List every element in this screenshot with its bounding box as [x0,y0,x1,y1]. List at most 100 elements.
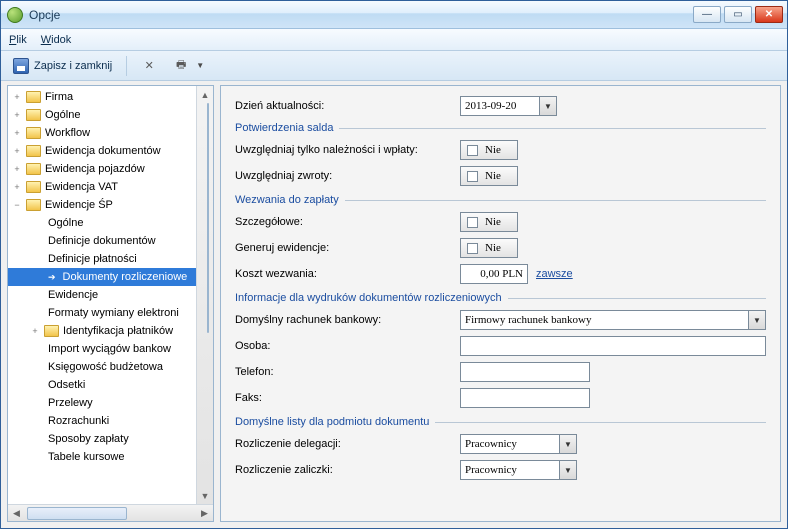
folder-icon [26,163,41,175]
scroll-right-icon[interactable]: ▶ [196,505,213,522]
chevron-down-icon[interactable]: ▼ [560,460,577,480]
select-rozl-zal-input[interactable] [460,460,560,480]
scroll-up-icon[interactable]: ▲ [197,86,214,103]
tools-icon: ✕ [141,58,157,74]
settings-form-panel: Dzień aktualności: ▼ Potwierdzenia salda… [220,85,781,522]
scroll-left-icon[interactable]: ◀ [8,505,25,522]
tree-item-sp-ogolne[interactable]: Ogólne [8,214,196,232]
checkbox-icon [467,145,478,156]
tree-horizontal-scrollbar[interactable]: ◀ ▶ [8,504,213,521]
toggle-generuj-ewidencje[interactable]: Nie [460,238,518,258]
tree-vertical-scrollbar[interactable]: ▲ ▼ [196,86,213,504]
tree-item-import-wyciagow[interactable]: Import wyciągów bankow [8,340,196,358]
print-button[interactable]: 🖶 ▼ [169,56,208,76]
app-icon [7,7,23,23]
fieldset-potwierdzenia-salda: Potwierdzenia salda Uwzględniaj tylko na… [235,122,766,188]
tree-item-ksieg-budzetowa[interactable]: Księgowość budżetowa [8,358,196,376]
folder-icon [26,145,41,157]
label-szczegolowe: Szczegółowe: [235,216,460,228]
folder-open-icon [26,199,41,211]
menu-view[interactable]: Widok [41,34,72,46]
checkbox-icon [467,217,478,228]
select-rozliczenie-zaliczki[interactable]: ▼ [460,460,577,480]
tree-item-identyfikacja-platnikow[interactable]: +Identyfikacja płatników [8,322,196,340]
tree-item-sposoby-zaplaty[interactable]: Sposoby zapłaty [8,430,196,448]
save-and-close-button[interactable]: Zapisz i zamknij [9,56,116,76]
link-zawsze[interactable]: zawsze [536,268,573,280]
tree-item-sp-formaty[interactable]: Formaty wymiany elektroni [8,304,196,322]
folder-icon [26,181,41,193]
tree-item-ewidencja-dokumentow[interactable]: +Ewidencja dokumentów [8,142,196,160]
tools-button[interactable]: ✕ [137,56,161,76]
tree-item-przelewy[interactable]: Przelewy [8,394,196,412]
tree-item-sp-dokumenty-rozliczeniowe[interactable]: ➔Dokumenty rozliczeniowe [8,268,196,286]
fieldset-label: Wezwania do zapłaty [235,194,339,206]
label-osoba: Osoba: [235,340,460,352]
folder-icon [26,91,41,103]
menu-file[interactable]: Plik [9,34,27,46]
tree-item-sp-def-dokumentow[interactable]: Definicje dokumentów [8,232,196,250]
scrollbar-thumb[interactable] [27,507,127,520]
tree-item-firma[interactable]: +Firma [8,88,196,106]
input-telefon[interactable] [460,362,590,382]
selected-arrow-icon: ➔ [48,272,56,283]
tree-item-odsetki[interactable]: Odsetki [8,376,196,394]
chevron-down-icon[interactable]: ▼ [540,96,557,116]
tree-item-tabele-kursowe[interactable]: Tabele kursowe [8,448,196,466]
printer-icon: 🖶 [173,58,189,74]
close-button[interactable]: ✕ [755,6,783,23]
tree-item-ewidencja-vat[interactable]: +Ewidencja VAT [8,178,196,196]
toggle-uwzgledniaj-zwroty[interactable]: Nie [460,166,518,186]
app-window: Opcje — ▭ ✕ Plik Widok Zapisz i zamknij … [0,0,788,529]
save-icon [13,58,29,74]
label-dom-rachunek: Domyślny rachunek bankowy: [235,314,460,326]
toggle-szczegolowe[interactable]: Nie [460,212,518,232]
tree-item-sp-def-platnosci[interactable]: Definicje płatności [8,250,196,268]
options-tree-panel: +Firma +Ogólne +Workflow +Ewidencja doku… [7,85,214,522]
select-dom-rachunek[interactable]: ▼ [460,310,766,330]
minimize-button[interactable]: — [693,6,721,23]
tree-item-ewidencja-pojazdow[interactable]: +Ewidencja pojazdów [8,160,196,178]
scrollbar-thumb[interactable] [207,103,209,333]
scroll-down-icon[interactable]: ▼ [197,487,214,504]
tree-item-rozrachunki[interactable]: Rozrachunki [8,412,196,430]
label-rozliczenie-zaliczki: Rozliczenie zaliczki: [235,464,460,476]
toolbar-separator [126,56,127,76]
label-uwzgledniaj-zwroty: Uwzględniaj zwroty: [235,170,460,182]
checkbox-icon [467,243,478,254]
date-input[interactable] [460,96,540,116]
select-rozliczenie-delegacji[interactable]: ▼ [460,434,577,454]
titlebar: Opcje — ▭ ✕ [1,1,787,29]
input-faks[interactable] [460,388,590,408]
date-field[interactable]: ▼ [460,96,557,116]
label-faks: Faks: [235,392,460,404]
label-koszt-wezwania: Koszt wezwania: [235,268,460,280]
fieldset-label: Informacje dla wydruków dokumentów rozli… [235,292,502,304]
select-dom-rachunek-input[interactable] [460,310,749,330]
label-rozliczenie-delegacji: Rozliczenie delegacji: [235,438,460,450]
toggle-uwzgledniaj-naleznosci[interactable]: Nie [460,140,518,160]
toolbar: Zapisz i zamknij ✕ 🖶 ▼ [1,51,787,81]
input-osoba[interactable] [460,336,766,356]
label-generuj-ewidencje: Generuj ewidencje: [235,242,460,254]
chevron-down-icon[interactable]: ▼ [560,434,577,454]
tree-item-ewidencje-sp[interactable]: −Ewidencje ŚP [8,196,196,214]
maximize-button[interactable]: ▭ [724,6,752,23]
fieldset-wezwania: Wezwania do zapłaty Szczegółowe: Nie Gen… [235,194,766,286]
chevron-down-icon[interactable]: ▼ [749,310,766,330]
save-and-close-label: Zapisz i zamknij [34,60,112,72]
label-telefon: Telefon: [235,366,460,378]
folder-icon [44,325,59,337]
select-rozl-deleg-input[interactable] [460,434,560,454]
label-uwzgledniaj-naleznosci: Uwzględniaj tylko należności i wpłaty: [235,144,460,156]
window-title: Opcje [29,8,687,22]
folder-icon [26,127,41,139]
tree-item-sp-ewidencje[interactable]: Ewidencje [8,286,196,304]
fieldset-domyslne-listy: Domyślne listy dla podmiotu dokumentu Ro… [235,416,766,482]
chevron-down-icon: ▼ [196,61,204,70]
tree-item-ogolne[interactable]: +Ogólne [8,106,196,124]
date-label: Dzień aktualności: [235,100,460,112]
input-koszt-wezwania[interactable] [460,264,528,284]
tree-item-workflow[interactable]: +Workflow [8,124,196,142]
body-area: +Firma +Ogólne +Workflow +Ewidencja doku… [1,81,787,528]
